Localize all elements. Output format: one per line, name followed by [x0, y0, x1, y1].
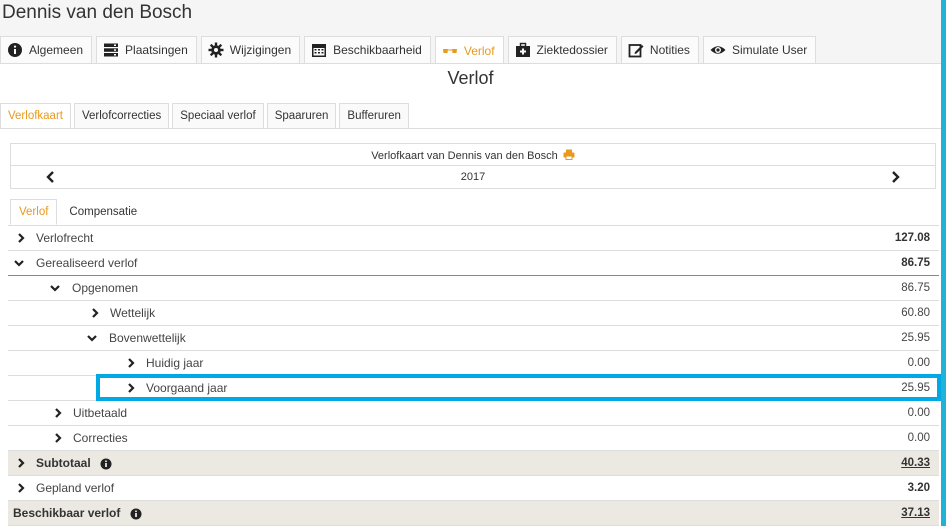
row-value: 40.33 [901, 457, 930, 469]
row-subtotaal[interactable]: Subtotaal 40.33 [8, 451, 939, 476]
server-icon [103, 42, 119, 58]
year-selector: 2017 [11, 166, 935, 188]
row-value: 0.00 [907, 432, 930, 444]
chevron-right-icon [16, 483, 26, 493]
subtab-spaaruren[interactable]: Spaaruren [266, 103, 337, 129]
row-label: Subtotaal [36, 456, 91, 470]
row-bovenwettelijk[interactable]: Bovenwettelijk 25.95 [8, 326, 939, 351]
header: Dennis van den Bosch Algemeen Plaatsinge… [0, 0, 941, 94]
edit-icon [628, 42, 644, 58]
subtab-verlofcorrecties[interactable]: Verlofcorrecties [73, 103, 170, 129]
card-title-row: Verlofkaart van Dennis van den Bosch [11, 144, 935, 166]
page-title: Dennis van den Bosch [2, 2, 193, 23]
row-opgenomen[interactable]: Opgenomen 86.75 [8, 276, 939, 301]
tab-label: Simulate User [731, 43, 808, 57]
row-label: Wettelijk [110, 306, 156, 320]
main-tabs: Algemeen Plaatsingen Wijzigingen Beschik… [0, 36, 820, 64]
row-correcties[interactable]: Correcties 0.00 [8, 426, 939, 451]
row-value: 25.95 [901, 382, 930, 394]
info-circle-icon [7, 42, 23, 58]
row-label: Gerealiseerd verlof [36, 256, 138, 270]
verlofkaart-card: Verlofkaart van Dennis van den Bosch 201… [10, 143, 936, 189]
row-value: 127.08 [894, 232, 930, 244]
row-value: 0.00 [907, 357, 930, 369]
tab-ziektedossier[interactable]: Ziektedossier [507, 36, 617, 63]
sub-tabs: Verlofkaart Verlofcorrecties Speciaal ve… [0, 103, 412, 129]
chevron-right-icon [126, 358, 136, 368]
row-huidig-jaar[interactable]: Huidig jaar 0.00 [8, 351, 939, 376]
medkit-icon [515, 42, 531, 58]
tab-label: Algemeen [29, 43, 84, 57]
tab-label: Ziektedossier [536, 43, 608, 57]
eye-icon [710, 42, 726, 58]
chevron-right-icon [53, 433, 63, 443]
row-uitbetaald[interactable]: Uitbetaald 0.00 [8, 401, 939, 426]
chevron-right-icon [126, 383, 136, 393]
tab-label: Verlof [463, 43, 495, 58]
print-icon[interactable] [563, 149, 575, 163]
chevron-down-icon [50, 283, 60, 293]
row-gerealiseerd-verlof[interactable]: Gerealiseerd verlof 86.75 [8, 251, 939, 276]
row-value: 60.80 [901, 307, 930, 319]
info-circle-icon[interactable] [130, 508, 142, 520]
row-label: Opgenomen [72, 281, 139, 295]
row-verlofrecht[interactable]: Verlofrecht 127.08 [8, 226, 939, 251]
tab-beschikbaarheid[interactable]: Beschikbaarheid [304, 36, 431, 63]
card-title: Verlofkaart van Dennis van den Bosch [11, 149, 935, 163]
row-label: Huidig jaar [146, 356, 204, 370]
section-header: Verlof [0, 63, 941, 94]
row-value: 25.95 [901, 332, 930, 344]
row-value: 37.13 [901, 507, 930, 519]
tab-verlof[interactable]: Verlof [434, 36, 504, 64]
tab-compensatie[interactable]: Compensatie [60, 199, 146, 225]
row-label: Beschikbaar verlof [13, 506, 121, 520]
tab-wijzigingen[interactable]: Wijzigingen [200, 36, 301, 63]
calendar-icon [311, 42, 327, 58]
window-edge [941, 0, 946, 526]
sunglasses-icon [442, 43, 458, 59]
tab-verlof-inner[interactable]: Verlof [10, 199, 58, 225]
row-gepland-verlof[interactable]: Gepland verlof 3.20 [8, 476, 939, 501]
tab-simulate-user[interactable]: Simulate User [702, 36, 817, 63]
row-label-wrap: Beschikbaar verlof [13, 506, 939, 520]
info-circle-icon[interactable] [100, 458, 112, 470]
tab-label: Plaatsingen [125, 43, 188, 57]
tab-notities[interactable]: Notities [620, 36, 699, 63]
row-value: 86.75 [901, 282, 930, 294]
row-label: Gepland verlof [36, 481, 115, 495]
subtab-verlofkaart[interactable]: Verlofkaart [0, 103, 71, 129]
chevron-right-icon [16, 458, 26, 468]
inner-tabs: Verlof Compensatie [10, 199, 149, 225]
tab-label: Wijzigingen [229, 43, 292, 57]
chevron-down-icon [87, 333, 97, 343]
row-label-wrap: Subtotaal [36, 456, 939, 470]
row-label: Correcties [73, 431, 128, 445]
gear-icon [208, 42, 224, 58]
tab-plaatsingen[interactable]: Plaatsingen [96, 36, 197, 63]
subtab-speciaal-verlof[interactable]: Speciaal verlof [172, 103, 264, 129]
tab-label: Beschikbaarheid [333, 43, 422, 57]
row-label: Bovenwettelijk [109, 331, 186, 345]
row-value: 3.20 [907, 482, 930, 494]
row-beschikbaar-verlof: Beschikbaar verlof 37.13 [8, 501, 939, 526]
tab-label: Notities [649, 43, 690, 57]
row-value: 86.75 [901, 257, 930, 269]
chevron-down-icon [14, 258, 24, 268]
chevron-right-icon [53, 408, 63, 418]
subtab-bufferuren[interactable]: Bufferuren [339, 103, 409, 129]
row-label: Voorgaand jaar [146, 381, 228, 395]
row-label: Verlofrecht [36, 231, 94, 245]
row-wettelijk[interactable]: Wettelijk 60.80 [8, 301, 939, 326]
chevron-right-icon [90, 308, 100, 318]
row-voorgaand-jaar[interactable]: Voorgaand jaar 25.95 [8, 376, 939, 401]
tab-algemeen[interactable]: Algemeen [0, 36, 93, 63]
row-label: Uitbetaald [73, 406, 128, 420]
next-year-icon[interactable] [888, 170, 902, 184]
card-title-text: Verlofkaart van Dennis van den Bosch [371, 149, 558, 162]
row-value: 0.00 [907, 407, 930, 419]
chevron-right-icon [16, 233, 26, 243]
verlof-table: Verlofrecht 127.08 Gerealiseerd verlof 8… [8, 225, 939, 526]
year-label: 2017 [460, 171, 486, 183]
section-title: Verlof [447, 68, 494, 88]
